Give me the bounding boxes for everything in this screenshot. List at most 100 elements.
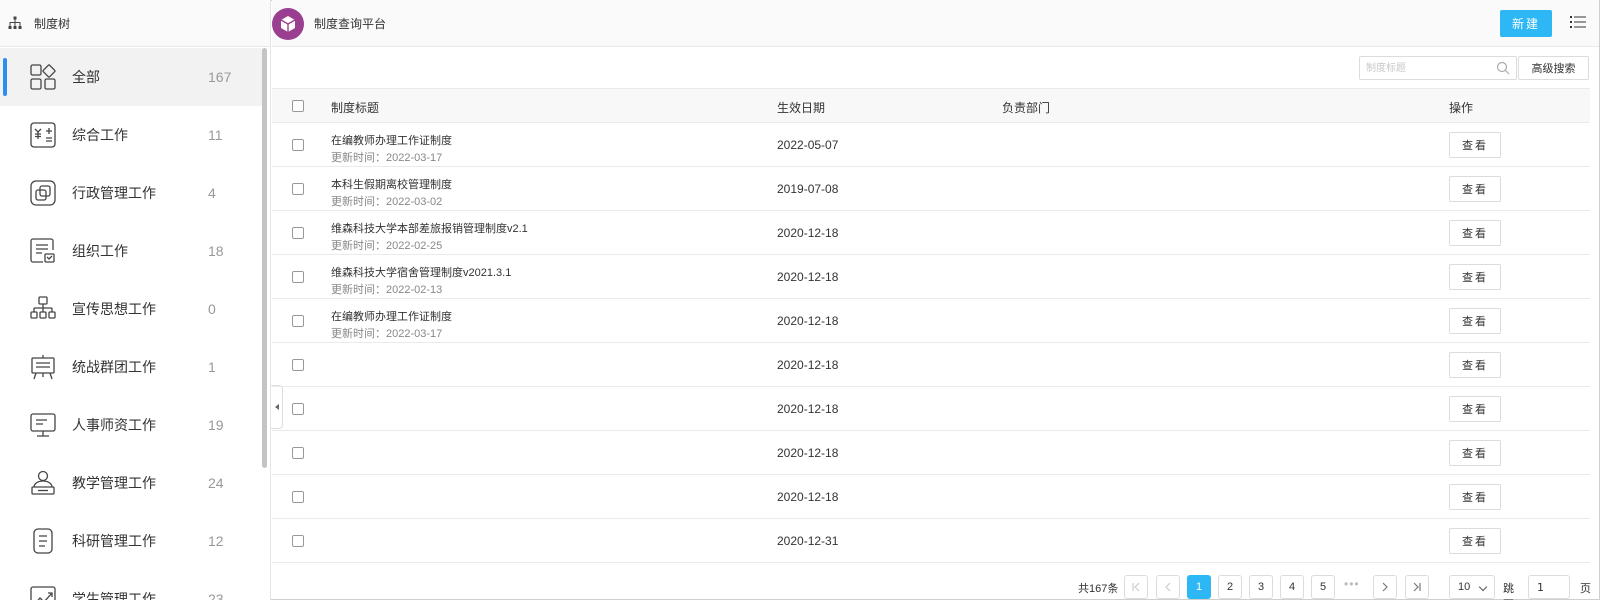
row-title[interactable]: 在编教师办理工作证制度 xyxy=(331,308,452,324)
search-input[interactable] xyxy=(1366,60,1486,76)
row-checkbox[interactable] xyxy=(292,315,304,327)
org-chart-icon xyxy=(30,296,56,319)
sidebar-item-admin[interactable]: 行政管理工作 4 xyxy=(0,164,262,222)
row-checkbox[interactable] xyxy=(292,447,304,459)
chevron-right-icon xyxy=(1382,582,1388,592)
monitor-icon xyxy=(30,413,56,437)
sidebar-item-organization[interactable]: 组织工作 18 xyxy=(0,222,262,280)
page-unit-label: 页 xyxy=(1580,583,1591,595)
search-icon[interactable] xyxy=(1496,61,1510,75)
cube-icon xyxy=(280,16,296,32)
view-button[interactable]: 查看 xyxy=(1449,440,1501,466)
view-button[interactable]: 查看 xyxy=(1449,176,1501,202)
page-button-3[interactable]: 3 xyxy=(1249,575,1273,599)
table-row: 维森科技大学本部差旅报销管理制度v2.1 更新时间：2022-02-25 202… xyxy=(272,211,1590,255)
view-button[interactable]: 查看 xyxy=(1449,352,1501,378)
row-checkbox[interactable] xyxy=(292,535,304,547)
sidebar-item-label: 科研管理工作 xyxy=(72,533,156,549)
sidebar-scrollbar[interactable] xyxy=(262,48,267,468)
jump-label: 跳至 xyxy=(1503,583,1514,600)
sidebar-item-united-front[interactable]: 统战群团工作 1 xyxy=(0,338,262,396)
table-row: 2020-12-18 查看 xyxy=(272,475,1590,519)
column-header-title[interactable]: 制度标题 xyxy=(331,99,379,116)
view-button[interactable]: 查看 xyxy=(1449,308,1501,334)
column-header-date[interactable]: 生效日期 xyxy=(777,99,825,116)
chevron-left-icon xyxy=(1165,582,1171,592)
page-ellipsis[interactable]: ••• xyxy=(1344,577,1360,591)
row-title[interactable]: 本科生假期离校管理制度 xyxy=(331,176,452,192)
table-row: 2020-12-31 查看 xyxy=(272,519,1590,563)
row-date: 2020-12-18 xyxy=(777,446,839,460)
new-button[interactable]: 新建 xyxy=(1500,10,1552,37)
jump-page-input[interactable] xyxy=(1528,575,1570,599)
sidebar-item-personnel[interactable]: 人事师资工作 19 xyxy=(0,396,262,454)
row-checkbox[interactable] xyxy=(292,139,304,151)
sidebar-item-teaching[interactable]: 教学管理工作 24 xyxy=(0,454,262,512)
sidebar-item-count: 18 xyxy=(208,243,224,259)
last-page-button[interactable] xyxy=(1405,575,1429,599)
sidebar: 制度树 全部 167 综合工作 11 行政管理工作 4 组织工作 18 宣传思想… xyxy=(0,0,271,600)
table-row: 在编教师办理工作证制度 更新时间：2022-03-17 2022-05-07 查… xyxy=(272,123,1590,167)
search-box xyxy=(1359,56,1517,80)
sidebar-item-label: 组织工作 xyxy=(72,243,128,259)
row-checkbox[interactable] xyxy=(292,403,304,415)
view-button[interactable]: 查看 xyxy=(1449,396,1501,422)
sidebar-item-all[interactable]: 全部 167 xyxy=(0,48,262,106)
table-row: 2020-12-18 查看 xyxy=(272,387,1590,431)
chart-icon xyxy=(30,586,56,600)
page-button-4[interactable]: 4 xyxy=(1280,575,1304,599)
sidebar-item-count: 12 xyxy=(208,533,224,549)
view-button[interactable]: 查看 xyxy=(1449,264,1501,290)
document-icon xyxy=(30,238,55,263)
row-checkbox[interactable] xyxy=(292,271,304,283)
notebook-icon xyxy=(33,528,53,554)
sidebar-item-general[interactable]: 综合工作 11 xyxy=(0,106,262,164)
select-all-checkbox[interactable] xyxy=(292,100,304,112)
row-date: 2022-05-07 xyxy=(777,138,839,152)
row-checkbox[interactable] xyxy=(292,359,304,371)
view-button[interactable]: 查看 xyxy=(1449,132,1501,158)
table-row: 维森科技大学宿舍管理制度v2021.3.1 更新时间：2022-02-13 20… xyxy=(272,255,1590,299)
prev-page-button[interactable] xyxy=(1156,575,1180,599)
view-button[interactable]: 查看 xyxy=(1449,484,1501,510)
row-title[interactable]: 维森科技大学宿舍管理制度v2021.3.1 xyxy=(331,264,511,280)
row-updated: 更新时间：2022-02-25 xyxy=(331,240,443,252)
sidebar-item-count: 24 xyxy=(208,475,224,491)
first-page-button[interactable] xyxy=(1124,575,1148,599)
sidebar-item-research[interactable]: 科研管理工作 12 xyxy=(0,512,262,570)
page-button-2[interactable]: 2 xyxy=(1218,575,1242,599)
view-button[interactable]: 查看 xyxy=(1449,220,1501,246)
row-date: 2020-12-18 xyxy=(777,226,839,240)
table-header: 制度标题 生效日期 负责部门 操作 xyxy=(272,88,1590,123)
page-title: 制度查询平台 xyxy=(314,16,387,31)
next-page-button[interactable] xyxy=(1373,575,1397,599)
sidebar-item-students[interactable]: 学生管理工作 23 xyxy=(0,570,262,600)
list-menu-icon[interactable] xyxy=(1570,15,1586,29)
page-size-select[interactable]: 10 xyxy=(1449,575,1495,599)
row-checkbox[interactable] xyxy=(292,227,304,239)
page-button-5[interactable]: 5 xyxy=(1311,575,1335,599)
row-title[interactable]: 在编教师办理工作证制度 xyxy=(331,132,452,148)
sidebar-item-count: 167 xyxy=(208,69,232,85)
table-row: 在编教师办理工作证制度 更新时间：2022-03-17 2020-12-18 查… xyxy=(272,299,1590,343)
chevron-down-icon xyxy=(1478,582,1488,592)
advanced-search-button[interactable]: 高级搜索 xyxy=(1518,56,1589,80)
sidebar-item-count: 1 xyxy=(208,359,216,375)
view-button[interactable]: 查看 xyxy=(1449,528,1501,554)
last-page-icon xyxy=(1413,582,1421,592)
sidebar-item-propaganda[interactable]: 宣传思想工作 0 xyxy=(0,280,262,338)
row-checkbox[interactable] xyxy=(292,183,304,195)
row-checkbox[interactable] xyxy=(292,491,304,503)
row-date: 2020-12-18 xyxy=(777,402,839,416)
row-date: 2020-12-18 xyxy=(777,490,839,504)
column-header-action: 操作 xyxy=(1449,101,1474,115)
row-date: 2019-07-08 xyxy=(777,182,839,196)
first-page-icon xyxy=(1132,582,1140,592)
row-title[interactable]: 维森科技大学本部差旅报销管理制度v2.1 xyxy=(331,220,528,236)
sidebar-item-count: 23 xyxy=(208,591,224,600)
sidebar-item-count: 0 xyxy=(208,301,216,317)
tree-icon xyxy=(8,16,22,29)
page-button-1[interactable]: 1 xyxy=(1187,575,1211,599)
column-header-department[interactable]: 负责部门 xyxy=(1002,99,1050,116)
regulation-table: 制度标题 生效日期 负责部门 操作 在编教师办理工作证制度 更新时间：2022-… xyxy=(272,88,1590,563)
